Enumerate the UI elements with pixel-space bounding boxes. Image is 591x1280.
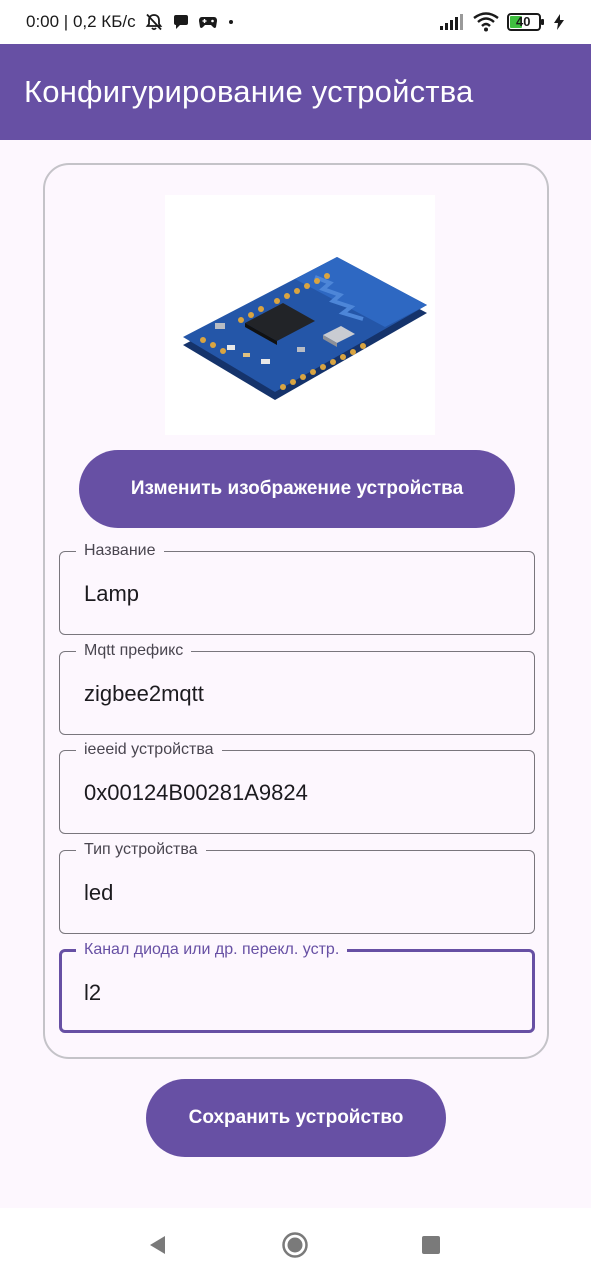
ieeeid-field[interactable]: ieeeid устройства 0x00124B00281A9824 — [59, 740, 535, 834]
zigbee-module-icon — [183, 257, 427, 400]
channel-field-label: Канал диода или др. перекл. устр. — [76, 940, 348, 960]
name-field-label: Название — [76, 541, 164, 561]
device-config-card: Изменить изображение устройства Название… — [43, 163, 549, 1059]
muted-bell-icon — [144, 12, 164, 32]
dot-icon — [226, 17, 236, 27]
ieeeid-field-label: ieeeid устройства — [76, 740, 222, 760]
app-title: Конфигурирование устройства — [24, 74, 474, 109]
charging-bolt-icon — [553, 13, 565, 31]
game-controller-icon — [198, 14, 218, 30]
home-circle-icon[interactable] — [280, 1230, 310, 1260]
channel-field-value: l2 — [84, 980, 102, 1005]
chat-bubble-icon — [172, 13, 190, 31]
back-triangle-icon[interactable] — [143, 1230, 173, 1260]
mqtt-prefix-field-label: Mqtt префикс — [76, 641, 192, 661]
save-device-button[interactable]: Сохранить устройство — [146, 1079, 446, 1157]
device-type-field-value: led — [84, 880, 114, 905]
signal-icon — [439, 13, 465, 31]
mqtt-prefix-field[interactable]: Mqtt префикс zigbee2mqtt — [59, 641, 535, 735]
name-field[interactable]: Название Lamp — [59, 541, 535, 635]
battery-icon: 40 — [507, 13, 545, 31]
status-bar: 0:00 | 0,2 КБ/с 40 — [0, 0, 591, 44]
recents-square-icon[interactable] — [416, 1230, 446, 1260]
app-bar: Конфигурирование устройства — [0, 44, 591, 140]
system-nav-bar — [0, 1208, 591, 1280]
mqtt-prefix-field-value: zigbee2mqtt — [84, 681, 204, 706]
device-image — [165, 195, 435, 435]
device-type-field-label: Тип устройства — [76, 840, 206, 860]
battery-level: 40 — [516, 14, 531, 29]
wifi-icon — [473, 12, 499, 32]
name-field-value: Lamp — [84, 581, 140, 606]
device-type-field[interactable]: Тип устройства led — [59, 840, 535, 934]
change-image-button[interactable]: Изменить изображение устройства — [79, 450, 515, 528]
status-time-speed: 0:00 | 0,2 КБ/с — [26, 12, 136, 31]
channel-field[interactable]: Канал диода или др. перекл. устр. l2 — [59, 940, 535, 1033]
ieeeid-field-value: 0x00124B00281A9824 — [84, 780, 308, 805]
